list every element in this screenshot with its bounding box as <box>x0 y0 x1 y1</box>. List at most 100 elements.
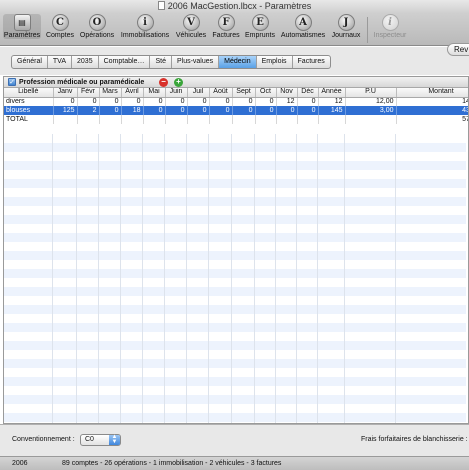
table-cell[interactable]: 12 <box>318 97 346 106</box>
column-header[interactable]: P.U <box>345 88 397 98</box>
toolbar-label: Immobilisations <box>120 32 170 39</box>
table-cell[interactable] <box>209 115 233 124</box>
table-cell[interactable]: 0 <box>297 106 319 115</box>
remove-row-button[interactable]: − <box>159 78 168 87</box>
tab-2035[interactable]: 2035 <box>72 56 99 68</box>
table-cell[interactable] <box>255 115 277 124</box>
column-header[interactable]: Mars <box>99 88 122 98</box>
table-row[interactable]: divers00000000001201212,00144,00 <box>4 97 468 106</box>
table-cell[interactable]: 0 <box>77 97 100 106</box>
table-cell[interactable] <box>276 115 298 124</box>
column-header[interactable]: Avril <box>121 88 144 98</box>
table-cell[interactable]: 0 <box>255 97 277 106</box>
table-cell[interactable]: 0 <box>143 106 166 115</box>
factures-icon: F <box>217 14 235 31</box>
tab-emplois[interactable]: Emplois <box>257 56 293 68</box>
table-cell[interactable]: 0 <box>165 97 188 106</box>
table-cell[interactable]: 0 <box>143 97 166 106</box>
emprunts-icon: E <box>251 14 269 31</box>
column-header[interactable]: Sept <box>232 88 256 98</box>
table-cell[interactable]: 0 <box>53 97 78 106</box>
tab-general[interactable]: Général <box>12 56 48 68</box>
table-cell[interactable]: 0 <box>232 97 256 106</box>
table-cell[interactable] <box>318 115 346 124</box>
table-cell[interactable] <box>99 115 122 124</box>
column-header[interactable]: Juil <box>187 88 210 98</box>
column-header[interactable]: Année <box>318 88 346 98</box>
table-cell[interactable]: TOTAL <box>4 115 54 124</box>
table-cell[interactable] <box>77 115 100 124</box>
table-cell[interactable] <box>232 115 256 124</box>
toolbar-immobilisations-button[interactable]: i Immobilisations <box>118 14 172 39</box>
table-cell[interactable]: 144,00 <box>396 97 468 106</box>
column-header[interactable]: Févr <box>77 88 100 98</box>
chevron-updown-icon: ▲ ▼ <box>109 434 120 445</box>
table-cell[interactable]: 0 <box>209 106 233 115</box>
table-cell[interactable]: blouses <box>4 106 54 115</box>
column-header[interactable]: Nov <box>276 88 298 98</box>
add-row-button[interactable]: + <box>174 78 183 87</box>
rev-button[interactable]: Rev <box>447 43 469 56</box>
table-cell[interactable]: divers <box>4 97 54 106</box>
table-cell[interactable]: 12 <box>276 97 298 106</box>
table-cell[interactable]: 2 <box>77 106 100 115</box>
toolbar-automatismes-button[interactable]: A Automatismes <box>279 14 327 39</box>
toolbar-journaux-button[interactable]: J Journaux <box>330 14 362 39</box>
toolbar-operations-button[interactable]: O Opérations <box>78 14 116 39</box>
column-header[interactable]: Libellé <box>4 88 54 98</box>
column-header[interactable]: Oct <box>255 88 277 98</box>
inspecteur-icon: i <box>381 14 399 31</box>
toolbar-comptes-button[interactable]: C Comptes <box>45 14 75 39</box>
table-cell[interactable]: 435,00 <box>396 106 468 115</box>
tab-factures[interactable]: Factures <box>293 56 330 68</box>
table-cell[interactable]: 579,00 <box>396 115 468 124</box>
tab-plus-values[interactable]: Plus-values <box>172 56 220 68</box>
table-cell[interactable] <box>297 115 319 124</box>
conventionnement-select[interactable]: C0 ▲ ▼ <box>80 434 121 446</box>
table-cell[interactable]: 0 <box>297 97 319 106</box>
column-header[interactable]: Août <box>209 88 233 98</box>
table-row[interactable]: blouses1252018000000001453,00435,00 <box>4 106 468 115</box>
table-cell[interactable]: 0 <box>99 106 122 115</box>
table-cell[interactable]: 0 <box>121 97 144 106</box>
table-cell[interactable]: 0 <box>187 106 210 115</box>
table-row[interactable]: TOTAL 579,00 <box>4 115 468 124</box>
table-cell[interactable]: 3,00 <box>345 106 397 115</box>
table-cell[interactable]: 18 <box>121 106 144 115</box>
table-cell[interactable]: 0 <box>276 106 298 115</box>
table-cell[interactable] <box>53 115 78 124</box>
table-cell[interactable]: 0 <box>255 106 277 115</box>
toolbar-parametres-button[interactable]: ▤ Paramètres <box>3 14 41 39</box>
table-cell[interactable] <box>165 115 188 124</box>
table-cell[interactable] <box>121 115 144 124</box>
table-cell[interactable]: 0 <box>187 97 210 106</box>
table-cell[interactable]: 0 <box>232 106 256 115</box>
table-cell[interactable] <box>345 115 397 124</box>
conventionnement-value: C0 <box>85 436 94 443</box>
column-header[interactable]: Juin <box>165 88 188 98</box>
tab-medecin[interactable]: Médecin <box>219 56 257 68</box>
toolbar-emprunts-button[interactable]: E Emprunts <box>244 14 276 39</box>
table-cell[interactable]: 0 <box>209 97 233 106</box>
tab-tva[interactable]: TVA <box>48 56 73 68</box>
toolbar-label: Comptes <box>45 32 74 39</box>
toolbar-vehicules-button[interactable]: V Véhicules <box>174 14 208 39</box>
tab-ste[interactable]: Sté <box>150 56 172 68</box>
tab-comptable[interactable]: Comptable… <box>99 56 151 68</box>
table-cell[interactable] <box>187 115 210 124</box>
table-cell[interactable]: 0 <box>99 97 122 106</box>
profession-checkbox[interactable]: ✓ <box>8 78 16 86</box>
table-cell[interactable]: 12,00 <box>345 97 397 106</box>
toolbar-inspecteur-button[interactable]: i Inspecteur <box>371 14 409 39</box>
column-header[interactable]: Janv <box>53 88 78 98</box>
column-header[interactable]: Montant <box>396 88 468 98</box>
column-header[interactable]: Déc <box>297 88 319 98</box>
column-header[interactable]: Mai <box>143 88 166 98</box>
tab-strip-area: Général TVA 2035 Comptable… Sté Plus-val… <box>0 47 469 75</box>
table-cell[interactable] <box>143 115 166 124</box>
table-cell[interactable]: 145 <box>318 106 346 115</box>
toolbar-factures-button[interactable]: F Factures <box>211 14 241 39</box>
table-cell[interactable]: 0 <box>165 106 188 115</box>
column-divider <box>120 134 121 423</box>
table-cell[interactable]: 125 <box>53 106 78 115</box>
